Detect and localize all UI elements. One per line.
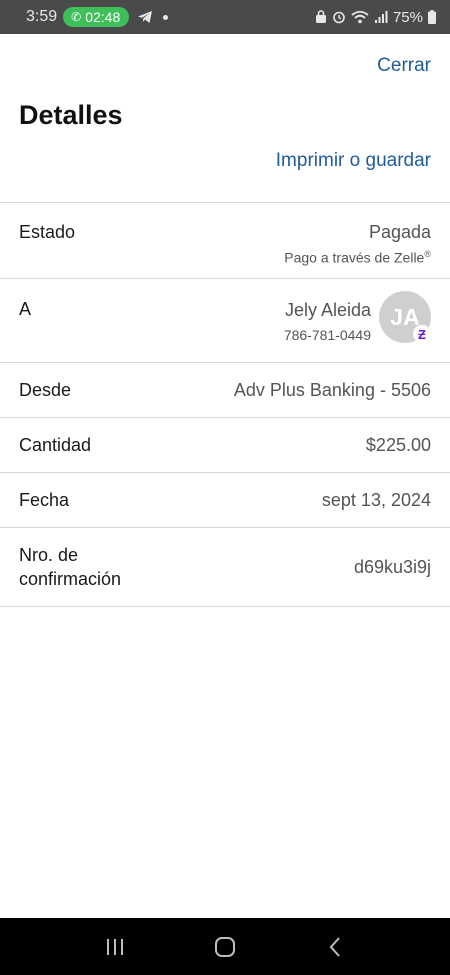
status-value: Pagada [368,222,431,242]
avatar: JA Ƶ [379,291,431,343]
lock-icon [315,10,326,23]
recipient: Jely Aleida 786-781-0449 JA Ƶ [284,291,431,362]
recipient-info: Jely Aleida 786-781-0449 [284,299,371,343]
status-time: 3:59 [26,8,58,25]
recipient-phone: 786-781-0449 [283,327,371,343]
from-value: Adv Plus Banking - 5506 [233,379,431,400]
detail-row-status: Estado Pagada Pago a través de Zelle® [0,203,450,279]
recipient-name: Jely Aleida [284,300,371,320]
back-icon [329,936,340,957]
battery-icon [428,10,436,24]
payment-method-note: Pago a través de Zelle® [284,249,431,266]
telegram-icon [138,11,153,23]
confirmation-value: d69ku3i9j [353,556,431,577]
back-button[interactable] [315,927,355,967]
ongoing-call-pill[interactable]: ✆ 02:48 [63,7,130,27]
detail-row-confirmation: Nro. de confirmación d69ku3i9j [0,528,450,607]
status-value-group: Pagada Pago a través de Zelle® [284,222,431,278]
home-button[interactable] [205,927,245,967]
amount-label: Cantidad [19,434,92,455]
notification-dot-icon [163,14,169,20]
print-or-save-button[interactable]: Imprimir o guardar [276,150,431,172]
battery-percentage: 75% [392,8,423,26]
confirmation-label: Nro. de confirmación [19,543,121,591]
date-value: sept 13, 2024 [321,489,431,510]
home-icon [215,936,235,957]
detail-row-recipient: A Jely Aleida 786-781-0449 JA Ƶ [0,279,450,363]
phone-icon: ✆ [71,10,82,24]
page-title: Detalles [19,100,123,130]
status-bar: 3:59 ✆ 02:48 75% [0,0,450,34]
registered-mark-icon: ® [424,249,431,259]
from-label: Desde [19,379,72,400]
recents-button[interactable] [95,927,135,967]
recents-icon [107,938,123,955]
amount-value: $225.00 [365,434,431,455]
payment-details-list: Estado Pagada Pago a través de Zelle® A … [0,202,450,607]
call-timer: 02:48 [85,9,121,25]
recipient-label: A [19,299,32,319]
status-label: Estado [19,222,76,242]
date-label: Fecha [19,489,70,510]
detail-row-from: Desde Adv Plus Banking - 5506 [0,363,450,418]
status-icons: 75% [315,9,436,26]
navigation-bar [0,918,450,975]
zelle-icon: Ƶ [413,325,431,343]
detail-row-amount: Cantidad $225.00 [0,418,450,473]
signal-icon [374,11,388,23]
confirmation-label-line1: Nro. de [19,545,79,565]
close-button[interactable]: Cerrar [377,55,431,77]
wifi-icon [351,10,369,24]
confirmation-label-line2: confirmación [19,569,122,589]
detail-row-date: Fecha sept 13, 2024 [0,473,450,528]
alarm-icon [333,11,345,24]
